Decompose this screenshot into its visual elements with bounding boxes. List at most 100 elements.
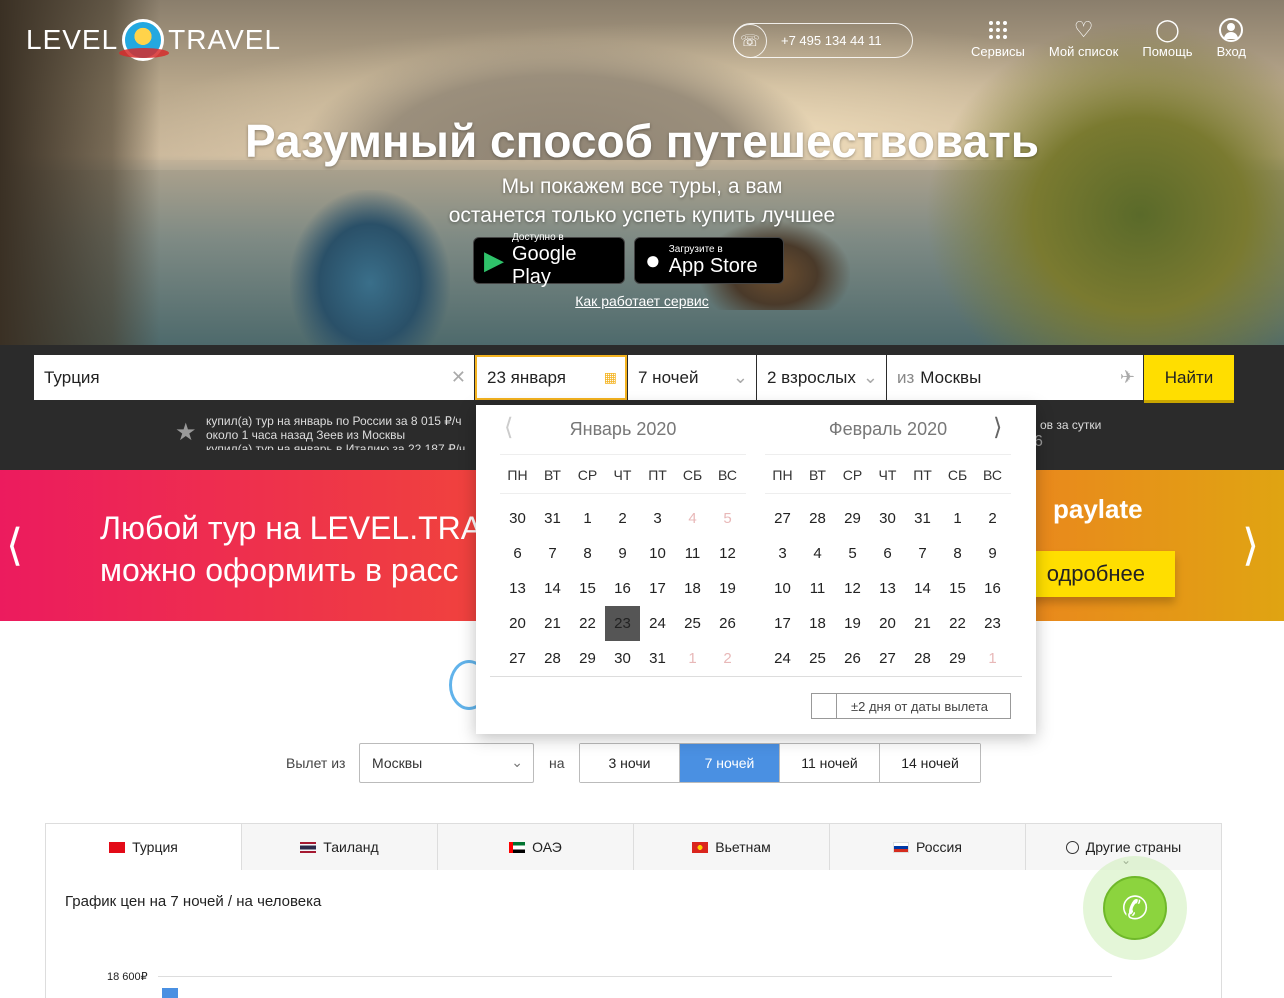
calendar-day[interactable]: 15 [940, 571, 975, 606]
calendar-day[interactable]: 19 [835, 606, 870, 641]
tab-vietnam[interactable]: Вьетнам [634, 824, 830, 870]
banner-prev-arrow[interactable]: ⟨ [6, 520, 23, 571]
calendar-day[interactable]: 1 [940, 501, 975, 536]
calendar-day[interactable]: 11 [800, 571, 835, 606]
calendar-day[interactable]: 25 [800, 641, 835, 676]
calendar-day[interactable]: 12 [835, 571, 870, 606]
calendar-day[interactable]: 29 [570, 641, 605, 676]
calendar-day: 1 [583, 510, 592, 527]
nights-option-14[interactable]: 14 ночей [880, 744, 980, 782]
departure-city-select[interactable]: Москвы ⌄ [359, 743, 534, 783]
more-button[interactable]: одробнее [1030, 551, 1175, 597]
calendar-day[interactable]: 8 [940, 536, 975, 571]
calendar-day[interactable]: 21 [905, 606, 940, 641]
date-input[interactable]: 23 января ▦ [475, 355, 627, 400]
calendar-day[interactable]: 6 [870, 536, 905, 571]
tab-russia[interactable]: Россия [830, 824, 1026, 870]
calendar-day[interactable]: 25 [675, 606, 710, 641]
banner-next-arrow[interactable]: ⟩ [1242, 520, 1259, 571]
calendar-day[interactable]: 22 [570, 606, 605, 641]
nights-option-11[interactable]: 11 ночей [780, 744, 880, 782]
how-it-works-link[interactable]: Как работает сервис [0, 293, 1284, 309]
calendar-day[interactable]: 16 [975, 571, 1010, 606]
uae-flag-icon [509, 841, 526, 853]
chart-y-tick: 18 600₽ [107, 971, 148, 983]
checkbox[interactable] [812, 694, 837, 718]
calendar-day[interactable]: 9 [975, 536, 1010, 571]
calendar-day[interactable]: 24 [765, 641, 800, 676]
calendar-day[interactable]: 16 [605, 571, 640, 606]
lightbulb-icon: ◯ [1155, 17, 1180, 42]
nav-my-list[interactable]: ♡ Мой список [1037, 16, 1130, 59]
top-nav: Сервисы ♡ Мой список ◯ Помощь Вход [959, 16, 1258, 59]
calendar-day[interactable]: 17 [640, 571, 675, 606]
calendar-day[interactable]: 30 [605, 641, 640, 676]
phone-button[interactable]: ☏ +7 495 134 44 11 [733, 23, 913, 58]
calendar-day[interactable]: 4 [800, 536, 835, 571]
calendar-day[interactable]: 20 [500, 606, 535, 641]
calendar-day[interactable]: 7 [905, 536, 940, 571]
calendar-day[interactable]: 17 [765, 606, 800, 641]
tab-thailand[interactable]: Таиланд [242, 824, 438, 870]
callback-button[interactable]: ✆ [1083, 856, 1187, 960]
chart-bar[interactable] [162, 988, 178, 998]
calendar-day[interactable]: 8 [570, 536, 605, 571]
calendar-day[interactable]: 14 [905, 571, 940, 606]
calendar-day[interactable]: 13 [870, 571, 905, 606]
calendar-day: 29 [844, 510, 861, 527]
calendar-day[interactable]: 28 [535, 641, 570, 676]
calendar-day[interactable]: 19 [710, 571, 745, 606]
calendar-day[interactable]: 13 [500, 571, 535, 606]
nav-help[interactable]: ◯ Помощь [1130, 16, 1204, 59]
plane-icon: ✈ [1119, 367, 1135, 387]
calendar-day[interactable]: 22 [940, 606, 975, 641]
clear-icon[interactable]: ✕ [451, 367, 466, 388]
calendar-day[interactable]: 27 [870, 641, 905, 676]
calendar-day[interactable]: 5 [835, 536, 870, 571]
calendar-day[interactable]: 21 [535, 606, 570, 641]
calendar-day: 6 [513, 545, 522, 562]
calendar-day[interactable]: 23 [975, 606, 1010, 641]
turkey-flag-icon [109, 841, 126, 853]
calendar-day[interactable]: 31 [640, 641, 675, 676]
calendar-day[interactable]: 14 [535, 571, 570, 606]
calendar-day[interactable]: 11 [675, 536, 710, 571]
nights-select[interactable]: 7 ночей ⌄ [628, 355, 756, 400]
calendar-day[interactable]: 3 [765, 536, 800, 571]
logo[interactable]: LEVEL TRAVEL [26, 18, 281, 62]
departure-city-input[interactable]: из Москвы ✈ [887, 355, 1143, 400]
tab-turkey[interactable]: Турция [46, 824, 242, 870]
calendar-day[interactable]: 26 [835, 641, 870, 676]
calendar-day[interactable]: 9 [605, 536, 640, 571]
month-title: Январь 2020 [500, 405, 746, 455]
nav-services[interactable]: Сервисы [959, 16, 1037, 59]
find-button[interactable]: Найти [1144, 355, 1234, 400]
calendar-day[interactable]: 12 [710, 536, 745, 571]
tab-uae[interactable]: ОАЭ [438, 824, 634, 870]
calendar-day[interactable]: 10 [765, 571, 800, 606]
app-store-button[interactable]: ● Загрузите в App Store [634, 237, 784, 284]
calendar-day[interactable]: 28 [905, 641, 940, 676]
google-play-button[interactable]: ▶ Доступно в Google Play [473, 232, 625, 288]
calendar-day[interactable]: 18 [675, 571, 710, 606]
nights-label: на [549, 755, 565, 771]
destination-input[interactable]: Турция ✕ [34, 355, 474, 400]
nights-option-7[interactable]: 7 ночей [680, 744, 780, 782]
calendar-day: 30 [879, 510, 896, 527]
calendar-day[interactable]: 27 [500, 641, 535, 676]
calendar-day[interactable]: 10 [640, 536, 675, 571]
calendar-day[interactable]: 20 [870, 606, 905, 641]
calendar-day[interactable]: 29 [940, 641, 975, 676]
calendar-day[interactable]: 2 [975, 501, 1010, 536]
flex-dates-checkbox[interactable]: ±2 дня от даты вылета [811, 693, 1011, 719]
nights-option-3[interactable]: 3 ночи [580, 744, 680, 782]
calendar-day[interactable]: 18 [800, 606, 835, 641]
nav-login[interactable]: Вход [1205, 16, 1258, 59]
calendar-day[interactable]: 15 [570, 571, 605, 606]
calendar-day[interactable]: 23 [605, 606, 640, 641]
calendar-days: 30 31 1 2 3 4 5 6 7 8 9 10 11 12 13 14 15 16 17 18 19 20 21 22 2… [500, 493, 746, 676]
calendar-day: 3 [653, 510, 662, 527]
travelers-select[interactable]: 2 взрослых ⌄ [757, 355, 886, 400]
calendar-day[interactable]: 26 [710, 606, 745, 641]
calendar-day[interactable]: 24 [640, 606, 675, 641]
